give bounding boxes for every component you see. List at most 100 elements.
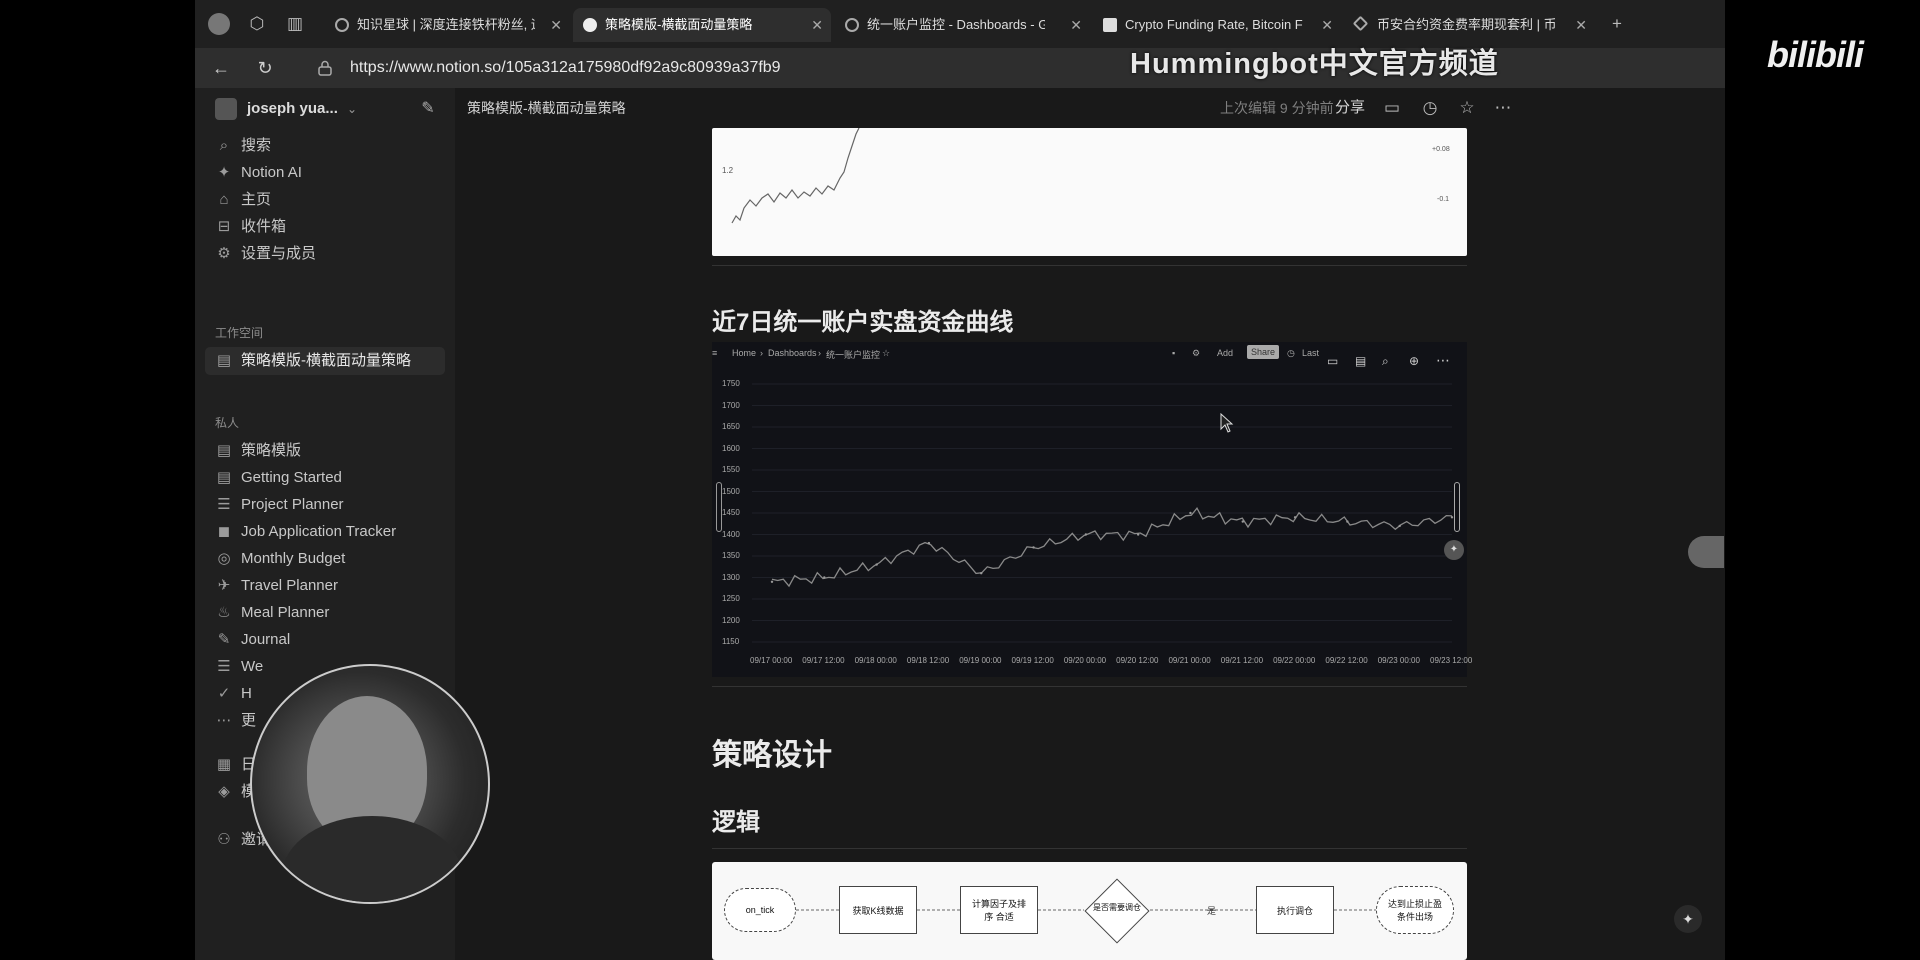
series-line [771,507,1453,588]
page-icon: ▤ [216,352,232,369]
data-point [1136,533,1140,536]
breadcrumb[interactable]: 策略模版-横截面动量策略 [467,96,626,120]
new-tab-icon[interactable]: + [1605,12,1629,36]
page-icon: ▤ [216,442,232,459]
top-chart-svg [731,127,860,224]
flow-node-exit: 达到止损止盈 条件出场 [1376,886,1454,934]
sidebar-item-getting-started[interactable]: ▤ Getting Started [205,464,445,492]
sidebar-item-monthly-budget[interactable]: ◎ Monthly Budget [205,545,445,573]
back-icon[interactable]: ← [209,56,233,80]
sidebar-item-strategy-template[interactable]: ▤ 策略模版 [205,437,445,465]
comment-icon[interactable]: ▭ [1380,96,1404,120]
side-peek-button[interactable] [1688,536,1724,568]
sidebar-item-notion-ai[interactable]: ✦ Notion AI [205,159,445,187]
new-page-icon[interactable]: ✎ [417,98,439,120]
more-icon: ⋯ [216,712,232,729]
sidebar-toggle-icon[interactable]: ▥ [283,12,307,36]
webcam-overlay [250,664,490,904]
data-point [1293,516,1297,519]
sidebar-item-job-tracker[interactable]: ◼ Job Application Tracker [205,518,445,546]
shapes-icon: ◈ [218,783,230,800]
history-icon[interactable]: ◷ [1418,96,1442,120]
notion-ai-fab-icon[interactable]: ✦ [1674,905,1702,933]
reload-icon[interactable]: ↻ [253,56,277,80]
data-point [1032,546,1035,549]
more-icon[interactable]: ⋯ [1491,96,1515,120]
sidebar-item-travel-planner[interactable]: ✈ Travel Planner [205,572,445,600]
ai-assist-icon[interactable]: ✦ [1444,540,1464,560]
inbox-icon: ⊟ [217,218,231,235]
screen: ⬡ ▥ 知识星球 | 深度连接铁杆粉丝, 运 ✕ 策略模版-横截面动量策略 ✕ … [0,0,1920,960]
pencil-icon: ✎ [217,631,231,648]
channel-watermark: Hummingbot中文官方频道 [1130,48,1499,80]
loading-icon [335,18,349,32]
data-point [770,580,774,583]
tab-notion[interactable]: 策略模版-横截面动量策略 ✕ [573,8,831,42]
checklist-icon: ☰ [217,496,231,513]
profile-icon[interactable] [207,12,231,36]
sidebar-item-search[interactable]: ⌕ 搜索 [205,132,445,160]
workspace-heading: 工作空间 [215,326,264,340]
tab-grafana[interactable]: 统一账户监控 - Dashboards - G ✕ [835,8,1090,42]
sparkle-icon: ✦ [217,164,231,181]
flow-node-calc-factor: 计算因子及排序 合适 [960,886,1038,934]
calendar-icon: ▦ [216,756,232,773]
share-button[interactable]: 分享 [1335,96,1365,120]
sidebar-item-settings[interactable]: ⚙ 设置与成员 [205,240,445,268]
fork-icon: ♨ [217,604,231,621]
close-icon[interactable]: ✕ [1575,8,1587,42]
sidebar-item-project-planner[interactable]: ☰ Project Planner [205,491,445,519]
flow-node-on-tick: on_tick [724,888,796,932]
binance-icon [1352,15,1369,32]
workspaces-icon[interactable]: ⬡ [245,12,269,36]
heading-equity-curve: 近7日统一账户实盘资金曲线 [712,309,1014,336]
page-topbar: 策略模版-横截面动量策略 上次编辑 9 分钟前 分享 ▭ ◷ ☆ ⋯ [455,88,1725,128]
lock-icon [318,60,332,76]
close-icon[interactable]: ✕ [1070,8,1082,42]
notion-icon [583,18,597,32]
data-point [1398,524,1401,528]
sidebar-item-home[interactable]: ⌂ 主页 [205,186,445,214]
star-icon[interactable]: ☆ [1455,96,1479,120]
sidebar-item-journal[interactable]: ✎ Journal [205,626,445,654]
workspace-avatar[interactable] [215,98,237,120]
sidebar-item-meal-planner[interactable]: ♨ Meal Planner [205,599,445,627]
left-resize-handle[interactable] [716,482,722,532]
data-point [823,576,826,579]
bilibili-logo: bilibili [1767,34,1864,75]
close-icon[interactable]: ✕ [1321,8,1333,42]
check-icon: ✓ [217,685,231,702]
divider [712,265,1467,266]
workspace-name[interactable]: joseph yua... [247,96,338,122]
data-point [1346,520,1349,523]
flow-node-execute: 执行调仓 [1256,886,1334,934]
data-point [1241,520,1244,523]
top-chart-image: 1.2 +0.08 -0.1 [712,127,1467,256]
tab-coinglass[interactable]: Crypto Funding Rate, Bitcoin F ✕ [1093,8,1341,42]
right-resize-handle[interactable] [1454,482,1460,532]
chevron-down-icon[interactable]: ⌄ [347,96,357,122]
sidebar-item-inbox[interactable]: ⊟ 收件箱 [205,213,445,241]
data-point [980,572,983,575]
invite-icon: ⚇ [217,831,231,848]
search-icon: ⌕ [219,137,229,154]
data-point [1189,511,1192,515]
data-point [1450,516,1454,519]
briefcase-icon: ◼ [217,523,231,540]
home-icon: ⌂ [219,191,229,208]
heading-logic: 逻辑 [712,809,760,836]
close-icon[interactable]: ✕ [550,8,562,42]
url-field[interactable]: https://www.notion.so/105a312a175980df92… [350,55,781,81]
equity-chart [752,383,1454,643]
flow-diagram: on_tick 获取K线数据 计算因子及排序 合适 是否需要调仓 是 执行调仓 … [712,862,1467,960]
grafana-embed[interactable]: ≡ Home › Dashboards › 统一账户监控 ☆ ▪ ⚙ Add S… [712,342,1472,677]
page-icon: ▤ [216,469,232,486]
flow-node-rebalance-check: 是否需要调仓 [1084,878,1150,944]
top-chart-right-mid-label: -0.1 [1437,196,1450,203]
last-edited: 上次编辑 9 分钟前 [1220,100,1334,116]
tab-zhishi[interactable]: 知识星球 | 深度连接铁杆粉丝, 运 ✕ [325,8,570,42]
close-icon[interactable]: ✕ [811,8,823,42]
tab-binance[interactable]: 币安合约资金费率期现套利 | 币安 ✕ [1345,8,1595,42]
sidebar-item-current-page[interactable]: ▤ 策略模版-横截面动量策略 [205,347,445,375]
top-chart-right-top-label: +0.08 [1432,146,1450,153]
